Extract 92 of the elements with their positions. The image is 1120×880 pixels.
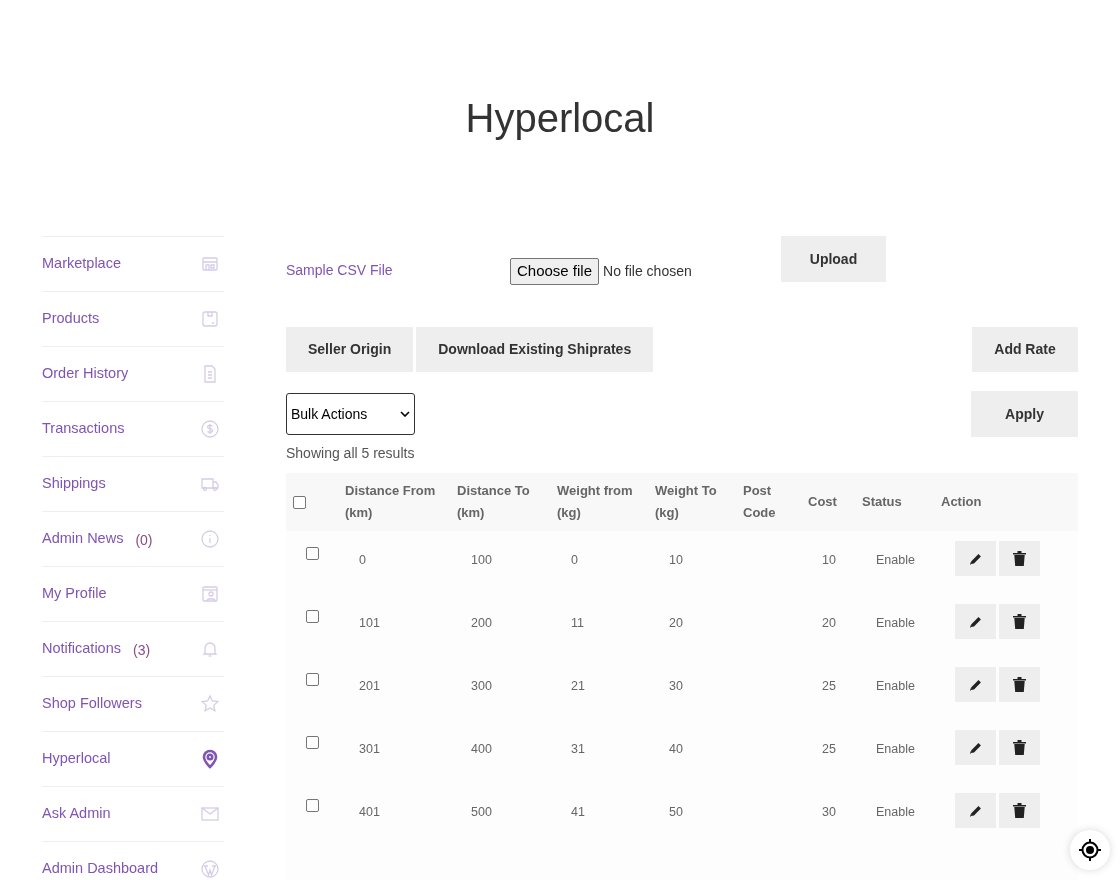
page-title: Hyperlocal xyxy=(465,95,655,142)
select-all-checkbox[interactable] xyxy=(293,495,306,509)
table-cell: 25 xyxy=(822,742,836,756)
sample-csv-link[interactable]: Sample CSV File xyxy=(286,260,510,281)
trash-icon xyxy=(1013,677,1026,692)
sidebar-item[interactable]: Marketplace xyxy=(42,236,224,291)
pencil-icon xyxy=(968,677,983,692)
table-cell: 0 xyxy=(571,553,578,567)
delete-button[interactable] xyxy=(999,793,1040,828)
table-cell: 21 xyxy=(571,679,585,693)
sidebar-item[interactable]: Shop Followers xyxy=(42,676,224,731)
column-header: Cost xyxy=(808,493,838,511)
table-cell: 31 xyxy=(571,742,585,756)
table-cell: Enable xyxy=(876,679,915,693)
table-cell: Enable xyxy=(876,805,915,819)
table-cell: 25 xyxy=(822,679,836,693)
table-cell: 40 xyxy=(669,742,683,756)
delete-button[interactable] xyxy=(999,667,1040,702)
column-header: Action xyxy=(941,493,983,511)
crosshair-icon xyxy=(1078,838,1102,862)
seller-origin-button[interactable]: Seller Origin xyxy=(286,327,414,372)
table-cell: 10 xyxy=(669,553,683,567)
choose-file-button[interactable]: Choose file xyxy=(510,258,600,285)
table-cell: 500 xyxy=(471,805,492,819)
table-cell: 41 xyxy=(571,805,585,819)
column-header: Weight To (kg) xyxy=(655,482,718,522)
table-cell: Enable xyxy=(876,742,915,756)
download-shiprates-button[interactable]: Download Existing Shiprates xyxy=(416,327,654,372)
add-rate-button[interactable]: Add Rate xyxy=(972,327,1078,372)
row-checkbox[interactable] xyxy=(306,610,319,623)
delete-button[interactable] xyxy=(999,730,1040,765)
table-cell: 200 xyxy=(471,616,492,630)
notification-count: (0) xyxy=(135,530,153,550)
table-cell: 401 xyxy=(359,805,380,819)
delete-button[interactable] xyxy=(999,541,1040,576)
column-header: Distance To (km) xyxy=(457,482,531,522)
sidebar-item[interactable]: Hyperlocal xyxy=(42,731,224,786)
table-cell: 20 xyxy=(669,616,683,630)
table-cell: 30 xyxy=(822,805,836,819)
sidebar-item[interactable]: Admin Dashboard xyxy=(42,841,224,880)
table-cell: Enable xyxy=(876,553,915,567)
column-header: Distance From (km) xyxy=(345,482,437,522)
edit-button[interactable] xyxy=(955,604,996,639)
result-count: Showing all 5 results xyxy=(286,444,416,463)
trash-icon xyxy=(1013,614,1026,629)
table-cell: 100 xyxy=(471,553,492,567)
table-cell: 20 xyxy=(822,616,836,630)
sidebar-item[interactable]: Order History xyxy=(42,346,224,401)
edit-button[interactable] xyxy=(955,541,996,576)
pencil-icon xyxy=(968,803,983,818)
trash-icon xyxy=(1013,551,1026,566)
locate-button[interactable] xyxy=(1070,830,1110,870)
edit-button[interactable] xyxy=(955,667,996,702)
table-cell: 30 xyxy=(669,679,683,693)
trash-icon xyxy=(1013,740,1026,755)
row-checkbox[interactable] xyxy=(306,547,319,560)
sidebar-item[interactable]: My Profile xyxy=(42,566,224,621)
chevron-down-icon xyxy=(400,411,410,417)
table-cell: 0 xyxy=(359,553,366,567)
trash-icon xyxy=(1013,803,1026,818)
table-cell: 201 xyxy=(359,679,380,693)
row-checkbox[interactable] xyxy=(306,673,319,686)
sidebar-item[interactable]: Products xyxy=(42,291,224,346)
column-header: Weight from (kg) xyxy=(557,482,634,522)
apply-button[interactable]: Apply xyxy=(971,391,1078,437)
row-checkbox[interactable] xyxy=(306,799,319,812)
row-checkbox[interactable] xyxy=(306,736,319,749)
pencil-icon xyxy=(968,551,983,566)
pencil-icon xyxy=(968,614,983,629)
column-header: Post Code xyxy=(743,482,777,522)
table-cell: 300 xyxy=(471,679,492,693)
column-header: Status xyxy=(862,493,903,511)
sidebar-item[interactable]: Shippings xyxy=(42,456,224,511)
sidebar-item[interactable]: Transactions xyxy=(42,401,224,456)
table-cell: Enable xyxy=(876,616,915,630)
edit-button[interactable] xyxy=(955,730,996,765)
delete-button[interactable] xyxy=(999,604,1040,639)
table-cell: 301 xyxy=(359,742,380,756)
sidebar-item[interactable]: Ask Admin xyxy=(42,786,224,841)
table-cell: 11 xyxy=(571,616,584,630)
pencil-icon xyxy=(968,740,983,755)
upload-button[interactable]: Upload xyxy=(781,236,886,282)
table-cell: 10 xyxy=(822,553,836,567)
table-cell: 50 xyxy=(669,805,683,819)
sidebar-item[interactable]: Notifications (3) xyxy=(42,621,224,676)
table-cell: 101 xyxy=(359,616,380,630)
file-status-text: No file chosen xyxy=(603,261,692,281)
edit-button[interactable] xyxy=(955,793,996,828)
table-cell: 400 xyxy=(471,742,492,756)
sidebar-item[interactable]: Admin News (0) xyxy=(42,511,224,566)
notification-count: (3) xyxy=(133,640,151,660)
bulk-actions-select[interactable]: Bulk Actions xyxy=(286,393,415,435)
